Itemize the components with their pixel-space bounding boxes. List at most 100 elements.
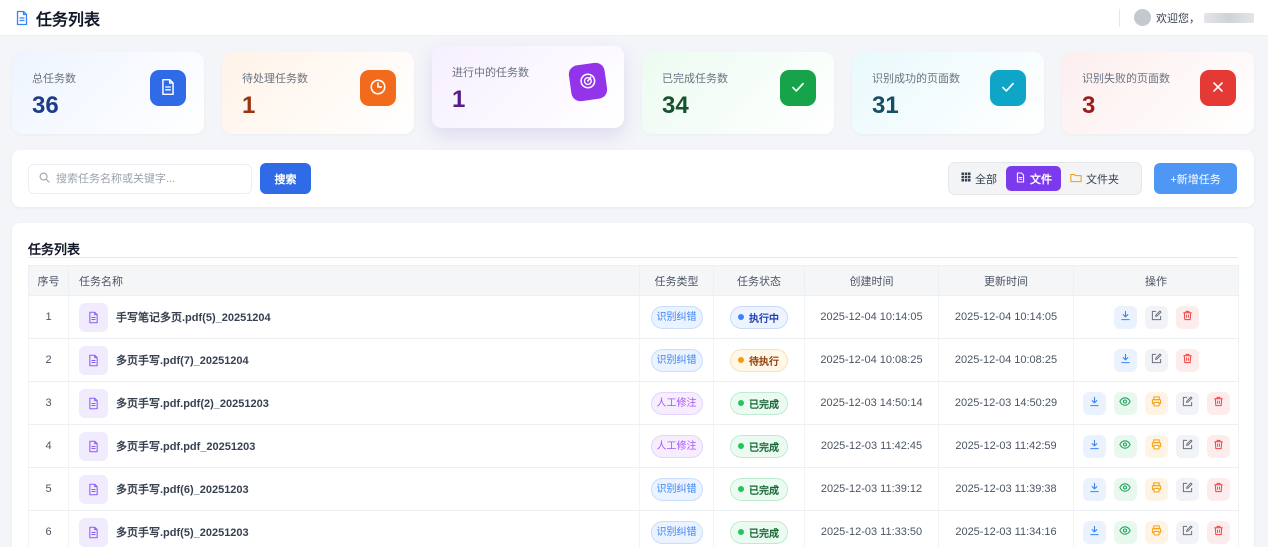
row-created: 2025-12-03 11:42:45 xyxy=(804,424,939,468)
edit-button[interactable] xyxy=(1175,520,1199,544)
table-row[interactable]: 5 多页手写.pdf(6)_20251203 识别纠错 已完成 2025-12-03 1… xyxy=(28,467,1239,511)
delete-button[interactable] xyxy=(1206,391,1230,415)
row-name-cell: 多页手写.pdf.pdf(2)_20251203 xyxy=(68,381,640,425)
edit-button[interactable] xyxy=(1144,305,1168,329)
table-row[interactable]: 6 多页手写.pdf(5)_20251203 识别纠错 已完成 2025-12-03 1… xyxy=(28,510,1239,547)
search-button[interactable]: 搜索 xyxy=(260,163,311,194)
add-task-button[interactable]: +新增任务 xyxy=(1154,163,1237,194)
stat-badge xyxy=(780,70,816,106)
download-button[interactable] xyxy=(1113,305,1137,329)
col-actions: 操作 xyxy=(1073,265,1239,296)
trash-icon xyxy=(1182,310,1193,324)
filter-all-label: 全部 xyxy=(975,173,997,186)
edit-button[interactable] xyxy=(1175,477,1199,501)
user-menu[interactable]: 欢迎您， xyxy=(1119,8,1254,27)
delete-button[interactable] xyxy=(1206,434,1230,458)
task-name-link[interactable]: 手写笔记多页.pdf(5)_20251204 xyxy=(116,309,271,325)
table-row[interactable]: 1 手写笔记多页.pdf(5)_20251204 识别纠错 执行中 2025-12-04… xyxy=(28,295,1239,339)
table-row[interactable]: 3 多页手写.pdf.pdf(2)_20251203 人工修注 已完成 2025-12-… xyxy=(28,381,1239,425)
edit-button[interactable] xyxy=(1175,391,1199,415)
edit-icon xyxy=(1182,525,1193,539)
status-text: 已完成 xyxy=(749,485,779,497)
stat-card-pending-tasks: 待处理任务数 1 xyxy=(222,52,414,134)
row-type-cell: 识别纠错 xyxy=(639,510,714,547)
status-dot xyxy=(738,529,744,535)
pdf-file-icon xyxy=(79,345,108,375)
view-button[interactable] xyxy=(1113,391,1137,415)
row-index: 4 xyxy=(28,424,69,468)
view-button[interactable] xyxy=(1113,520,1137,544)
table-row[interactable]: 2 多页手写.pdf(7)_20251204 识别纠错 待执行 2025-12-04 1… xyxy=(28,338,1239,382)
download-button[interactable] xyxy=(1082,391,1106,415)
check-icon xyxy=(789,78,807,99)
filter-all[interactable]: 全部 xyxy=(952,166,1006,191)
row-created: 2025-12-03 14:50:14 xyxy=(804,381,939,425)
row-actions xyxy=(1073,381,1239,425)
status-text: 已完成 xyxy=(749,399,779,411)
filter-folder[interactable]: 文件夹 xyxy=(1061,166,1128,191)
view-button[interactable] xyxy=(1113,434,1137,458)
status-dot xyxy=(738,486,744,492)
search-icon xyxy=(39,172,50,186)
download-icon xyxy=(1089,396,1100,410)
edit-icon xyxy=(1182,439,1193,453)
grid-icon xyxy=(961,172,975,185)
download-icon xyxy=(1089,439,1100,453)
search-box[interactable] xyxy=(28,164,252,194)
row-status-cell: 执行中 xyxy=(713,295,805,339)
print-icon xyxy=(1151,439,1162,453)
row-name-cell: 手写笔记多页.pdf(5)_20251204 xyxy=(68,295,640,339)
delete-button[interactable] xyxy=(1206,477,1230,501)
status-dot xyxy=(738,400,744,406)
row-type-cell: 识别纠错 xyxy=(639,467,714,511)
row-name-cell: 多页手写.pdf(6)_20251203 xyxy=(68,467,640,511)
print-button[interactable] xyxy=(1144,477,1168,501)
task-name-link[interactable]: 多页手写.pdf.pdf(2)_20251203 xyxy=(116,395,269,411)
download-button[interactable] xyxy=(1082,477,1106,501)
panel-title: 任务列表 xyxy=(28,242,81,257)
row-updated: 2025-12-03 11:42:59 xyxy=(938,424,1074,468)
filter-folder-label: 文件夹 xyxy=(1086,173,1119,186)
edit-button[interactable] xyxy=(1144,348,1168,372)
eye-icon xyxy=(1119,439,1131,453)
row-actions xyxy=(1073,467,1239,511)
status-text: 执行中 xyxy=(749,313,779,325)
row-status-cell: 已完成 xyxy=(713,510,805,547)
col-index: 序号 xyxy=(28,265,69,296)
stat-badge xyxy=(567,61,609,103)
welcome-text: 欢迎您， xyxy=(1156,12,1200,25)
row-status-cell: 已完成 xyxy=(713,424,805,468)
print-button[interactable] xyxy=(1144,520,1168,544)
delete-button[interactable] xyxy=(1206,520,1230,544)
pdf-file-icon xyxy=(79,431,108,461)
task-name-link[interactable]: 多页手写.pdf(6)_20251203 xyxy=(116,481,249,497)
row-index: 1 xyxy=(28,295,69,339)
task-type-tag: 人工修注 xyxy=(650,434,703,458)
avatar[interactable] xyxy=(1134,9,1151,26)
eye-icon xyxy=(1119,525,1131,539)
print-button[interactable] xyxy=(1144,434,1168,458)
download-button[interactable] xyxy=(1113,348,1137,372)
delete-button[interactable] xyxy=(1175,305,1199,329)
task-name-link[interactable]: 多页手写.pdf(7)_20251204 xyxy=(116,352,249,368)
stat-card-recognized-pages: 识别成功的页面数 31 xyxy=(852,52,1044,134)
download-button[interactable] xyxy=(1082,520,1106,544)
trash-icon xyxy=(1182,353,1193,367)
edit-button[interactable] xyxy=(1175,434,1199,458)
pdf-file-icon xyxy=(79,517,108,547)
search-input[interactable] xyxy=(56,173,236,185)
row-type-cell: 识别纠错 xyxy=(639,338,714,382)
view-button[interactable] xyxy=(1113,477,1137,501)
print-button[interactable] xyxy=(1144,391,1168,415)
table-row[interactable]: 4 多页手写.pdf.pdf_20251203 人工修注 已完成 2025-12-03 … xyxy=(28,424,1239,468)
delete-button[interactable] xyxy=(1175,348,1199,372)
pdf-file-icon xyxy=(79,474,108,504)
filter-file[interactable]: 文件 xyxy=(1006,166,1061,191)
status-dot xyxy=(738,443,744,449)
col-type: 任务类型 xyxy=(639,265,714,296)
task-name-link[interactable]: 多页手写.pdf.pdf_20251203 xyxy=(116,438,255,454)
download-button[interactable] xyxy=(1082,434,1106,458)
gauge-icon xyxy=(578,70,599,93)
task-name-link[interactable]: 多页手写.pdf(5)_20251203 xyxy=(116,524,249,540)
pdf-file-icon xyxy=(79,302,108,332)
